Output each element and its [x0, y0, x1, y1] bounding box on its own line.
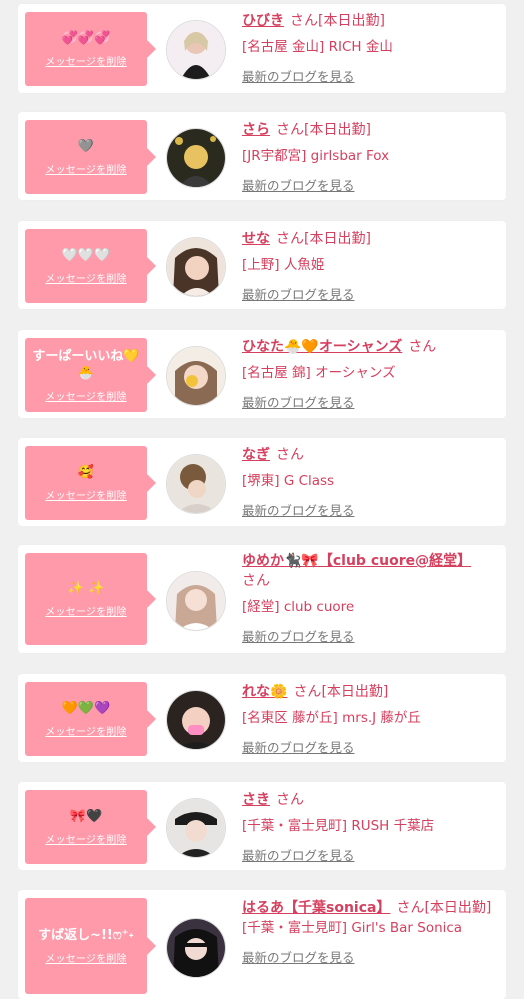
status-badge: [本日出勤] — [304, 122, 371, 138]
message-card: 🤍🤍🤍 メッセージを削除 せな さん[本日出勤] [上野] 人魚姫 最新のブログを… — [18, 221, 506, 309]
message-bubble: すーぱーいいね💛🐣 メッセージを削除 — [25, 338, 156, 412]
girl-name-link[interactable]: なぎ — [242, 447, 270, 463]
honorific: さん — [276, 122, 304, 138]
shop-name: [千葉・富士見町] Girl's Bar Sonica — [242, 920, 463, 936]
message-text: 🤍🤍🤍 — [61, 248, 111, 263]
girl-name-link[interactable]: ひびき — [242, 13, 284, 29]
message-card: すば返し~!!ෆ⁺˖ メッセージを削除 はるあ【千葉sonica】 さん[本日出勤… — [18, 890, 506, 999]
message-card: 💞💞💞 メッセージを削除 ひびき さん[本日出勤] [名古屋 金山] RICH 金… — [18, 4, 506, 93]
message-bubble: 🥰 メッセージを削除 — [25, 446, 156, 520]
latest-blog-link[interactable]: 最新のブログを見る — [242, 626, 492, 645]
message-bubble: 🤍🤍🤍 メッセージを削除 — [25, 229, 156, 303]
message-text: すば返し~!!ෆ⁺˖ — [38, 928, 134, 943]
shop-name: [名東区 藤が丘] mrs.J 藤が丘 — [242, 710, 421, 726]
honorific: さん — [276, 231, 304, 247]
delete-message-link[interactable]: メッセージを削除 — [45, 950, 126, 965]
girl-name-link[interactable]: せな — [242, 231, 270, 247]
girl-name-link[interactable]: ゆめか🐈‍⬛🎀【club cuore@経堂】 — [242, 553, 471, 569]
girl-name-link[interactable]: れな🌼 — [242, 684, 287, 700]
avatar[interactable] — [166, 918, 226, 978]
girl-name-link[interactable]: さら — [242, 122, 270, 138]
delete-message-link[interactable]: メッセージを削除 — [45, 487, 126, 502]
message-card: ✨ ✨ メッセージを削除 ゆめか🐈‍⬛🎀【club cuore@経堂】 さん [経… — [18, 545, 506, 653]
avatar[interactable] — [166, 128, 226, 188]
status-badge: [本日出勤] — [318, 13, 385, 29]
shop-name: [名古屋 金山] RICH 金山 — [242, 39, 393, 55]
latest-blog-link[interactable]: 最新のブログを見る — [242, 845, 492, 864]
avatar[interactable] — [166, 798, 226, 858]
honorific: さん — [276, 447, 304, 463]
message-card: 🧡💚💜 メッセージを削除 れな🌼 さん[本日出勤] [名東区 藤が丘] mrs.J… — [18, 674, 506, 762]
girl-name-link[interactable]: はるあ【千葉sonica】 — [242, 900, 390, 916]
profile-info: ひびき さん[本日出勤] [名古屋 金山] RICH 金山 最新のブログを見る — [242, 11, 492, 85]
shop-name: [千葉・富士見町] RUSH 千葉店 — [242, 818, 435, 834]
delete-message-link[interactable]: メッセージを削除 — [45, 161, 126, 176]
message-text: 🥰 — [77, 465, 95, 480]
avatar[interactable] — [166, 690, 226, 750]
honorific: さん — [293, 684, 322, 700]
profile-info: はるあ【千葉sonica】 さん[本日出勤] [千葉・富士見町] Girl's B… — [242, 898, 492, 966]
status-badge: [本日出勤] — [424, 900, 492, 916]
profile-info: なぎ さん [堺東] G Class 最新のブログを見る — [242, 445, 492, 519]
profile-info: れな🌼 さん[本日出勤] [名東区 藤が丘] mrs.J 藤が丘 最新のブログを見… — [242, 682, 492, 756]
girl-name-link[interactable]: さき — [242, 792, 270, 808]
latest-blog-link[interactable]: 最新のブログを見る — [242, 175, 492, 194]
latest-blog-link[interactable]: 最新のブログを見る — [242, 947, 492, 966]
message-bubble: 🧡💚💜 メッセージを削除 — [25, 682, 156, 756]
latest-blog-link[interactable]: 最新のブログを見る — [242, 284, 492, 303]
delete-message-link[interactable]: メッセージを削除 — [45, 53, 126, 68]
shop-name: [名古屋 錦] オーシャンズ — [242, 365, 396, 381]
message-text: 💞💞💞 — [61, 31, 111, 46]
avatar[interactable] — [166, 237, 226, 297]
honorific: さん — [276, 792, 304, 808]
message-card: 🥰 メッセージを削除 なぎ さん [堺東] G Class 最新のブログを見る — [18, 438, 506, 526]
delete-message-link[interactable]: メッセージを削除 — [45, 603, 126, 618]
honorific: さん — [396, 900, 425, 916]
profile-info: せな さん[本日出勤] [上野] 人魚姫 最新のブログを見る — [242, 229, 492, 303]
delete-message-link[interactable]: メッセージを削除 — [45, 270, 126, 285]
status-badge: [本日出勤] — [304, 231, 371, 247]
shop-name: [堺東] G Class — [242, 473, 335, 489]
message-card: 🩶 メッセージを削除 さら さん[本日出勤] [JR宇都宮] girlsbar F… — [18, 112, 506, 200]
girl-name-link[interactable]: ひなた🐣🧡オーシャンズ — [242, 339, 402, 355]
honorific: さん — [290, 13, 318, 29]
message-bubble: すば返し~!!ෆ⁺˖ メッセージを削除 — [25, 898, 156, 994]
avatar[interactable] — [166, 454, 226, 514]
message-text: 🎀🖤 — [69, 809, 103, 824]
delete-message-link[interactable]: メッセージを削除 — [45, 388, 126, 403]
message-bubble: 🎀🖤 メッセージを削除 — [25, 790, 156, 864]
shop-name: [経堂] club cuore — [242, 599, 355, 615]
message-bubble: 💞💞💞 メッセージを削除 — [25, 12, 156, 86]
delete-message-link[interactable]: メッセージを削除 — [45, 723, 126, 738]
honorific: さん — [408, 339, 437, 355]
honorific: さん — [242, 573, 270, 589]
latest-blog-link[interactable]: 最新のブログを見る — [242, 737, 492, 756]
message-card: 🎀🖤 メッセージを削除 さき さん [千葉・富士見町] RUSH 千葉店 最新のブ… — [18, 782, 506, 870]
message-bubble: 🩶 メッセージを削除 — [25, 120, 156, 194]
latest-blog-link[interactable]: 最新のブログを見る — [242, 500, 492, 519]
latest-blog-link[interactable]: 最新のブログを見る — [242, 392, 492, 411]
message-text: すーぱーいいね💛🐣 — [32, 348, 140, 381]
latest-blog-link[interactable]: 最新のブログを見る — [242, 66, 492, 85]
message-bubble: ✨ ✨ メッセージを削除 — [25, 553, 156, 645]
profile-info: ひなた🐣🧡オーシャンズ さん [名古屋 錦] オーシャンズ 最新のブログを見る — [242, 337, 492, 411]
message-text: ✨ ✨ — [67, 581, 105, 596]
message-text: 🧡💚💜 — [61, 701, 111, 716]
shop-name: [上野] 人魚姫 — [242, 257, 325, 273]
avatar[interactable] — [166, 346, 226, 406]
message-text: 🩶 — [77, 139, 95, 154]
avatar[interactable] — [166, 571, 226, 631]
profile-info: ゆめか🐈‍⬛🎀【club cuore@経堂】 さん [経堂] club cuore… — [242, 551, 492, 645]
shop-name: [JR宇都宮] girlsbar Fox — [242, 148, 390, 164]
avatar[interactable] — [166, 20, 226, 80]
status-badge: [本日出勤] — [321, 684, 389, 700]
delete-message-link[interactable]: メッセージを削除 — [45, 831, 126, 846]
message-card: すーぱーいいね💛🐣 メッセージを削除 ひなた🐣🧡オーシャンズ さん [名古屋 錦]… — [18, 330, 506, 418]
profile-info: さら さん[本日出勤] [JR宇都宮] girlsbar Fox 最新のブログを見… — [242, 120, 492, 194]
profile-info: さき さん [千葉・富士見町] RUSH 千葉店 最新のブログを見る — [242, 790, 492, 864]
